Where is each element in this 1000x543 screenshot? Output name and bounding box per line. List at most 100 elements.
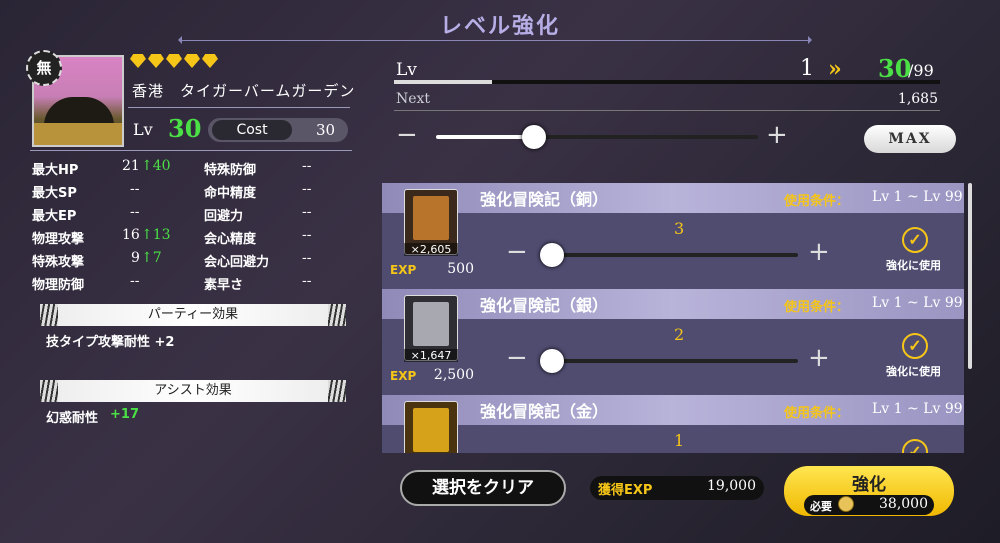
- item-minus-button[interactable]: −: [506, 237, 528, 267]
- stat-boost: ↑40: [141, 158, 171, 174]
- card-body: [382, 425, 964, 453]
- exp-bar-fill: [394, 80, 492, 84]
- divider: [128, 107, 350, 108]
- stat-label: 最大EP: [32, 209, 77, 224]
- item-plus-button[interactable]: +: [808, 343, 830, 373]
- gained-exp-label: 獲得EXP: [598, 483, 653, 498]
- stat-label: 会心精度: [204, 232, 257, 247]
- level-slider-knob[interactable]: [522, 125, 546, 149]
- stat-label: 会心回避力: [204, 255, 270, 270]
- use-for-enhance-label: 強化に使用: [886, 259, 941, 272]
- stat-label: 最大HP: [32, 163, 79, 178]
- stat-value: --: [302, 204, 312, 220]
- next-value: 1,685: [897, 91, 938, 107]
- item-quantity: 3: [674, 219, 685, 238]
- stat-label: 特殊攻撃: [32, 255, 85, 270]
- item-count: ×1,647: [404, 349, 458, 362]
- stat-value: --: [302, 250, 312, 266]
- gem-icon: [202, 54, 218, 68]
- level-range: Lv 1 ~ Lv 99: [872, 401, 963, 417]
- use-for-enhance-label: 強化に使用: [886, 365, 941, 378]
- exp-value: 2,500: [433, 367, 474, 383]
- card-body: [382, 213, 964, 289]
- scrollbar[interactable]: [968, 183, 972, 369]
- item-slider-knob[interactable]: [540, 349, 564, 373]
- clear-selection-button[interactable]: 選択をクリア: [400, 470, 566, 506]
- stat-value: --: [302, 273, 312, 289]
- level-slider-fill: [436, 135, 534, 139]
- current-level: 1: [800, 56, 814, 81]
- cost-label: Cost: [212, 120, 292, 140]
- max-level: /99: [908, 61, 934, 80]
- item-plus-button[interactable]: +: [808, 237, 830, 267]
- page-title: レベル強化: [439, 14, 560, 39]
- stat-value: --: [302, 227, 312, 243]
- required-label: 必要: [810, 500, 832, 513]
- gem-icon: [130, 54, 146, 68]
- title-divider: [178, 36, 812, 44]
- stat-label: 回避力: [204, 209, 244, 224]
- stat-label: 物理攻撃: [32, 232, 85, 247]
- target-level: 30: [878, 54, 912, 83]
- stat-boost: ↑7: [141, 250, 162, 266]
- item-slider-track[interactable]: [540, 359, 798, 363]
- max-button[interactable]: MAX: [864, 125, 956, 153]
- item-card[interactable]: 強化冒険記（銀） 使用条件： Lv 1 ~ Lv 99 ×1,647 EXP 2…: [382, 289, 964, 395]
- cost-value: 30: [316, 121, 336, 139]
- condition-label: 使用条件：: [784, 194, 850, 209]
- enhance-button-label[interactable]: 強化: [784, 470, 954, 495]
- level-minus-button[interactable]: −: [396, 120, 418, 150]
- stat-label: 素早さ: [204, 278, 244, 293]
- stat-value: --: [130, 181, 140, 197]
- stat-label: 命中精度: [204, 186, 257, 201]
- item-minus-button[interactable]: −: [506, 343, 528, 373]
- stat-label: 最大SP: [32, 186, 77, 201]
- stat-value: --: [130, 273, 140, 289]
- gem-icon: [166, 54, 182, 68]
- check-icon[interactable]: ✓: [902, 333, 928, 359]
- stat-value: --: [130, 204, 140, 220]
- item-slider-knob[interactable]: [540, 243, 564, 267]
- stat-value: 21: [122, 158, 140, 174]
- exp-label: EXP: [390, 369, 417, 383]
- level-label: Lv: [133, 120, 153, 139]
- coin-icon: [838, 496, 854, 512]
- level-range: Lv 1 ~ Lv 99: [872, 295, 963, 311]
- lv-bar-label: Lv: [396, 60, 417, 80]
- check-icon[interactable]: ✓: [902, 227, 928, 253]
- item-card[interactable]: 強化冒険記（銅） 使用条件： Lv 1 ~ Lv 99 ×2,605 EXP 5…: [382, 183, 964, 289]
- item-slider-track[interactable]: [540, 253, 798, 257]
- assist-effect-header: アシスト効果: [40, 380, 346, 402]
- stat-value: 9: [131, 250, 140, 266]
- attribute-badge: 無: [26, 50, 62, 86]
- assist-effect-text: 幻惑耐性: [46, 411, 99, 426]
- stat-label: 物理防御: [32, 278, 85, 293]
- divider: [30, 150, 352, 151]
- character-level: 30: [168, 114, 202, 143]
- stat-value: --: [302, 181, 312, 197]
- gem-icon: [184, 54, 200, 68]
- assist-effect-value: +17: [110, 407, 139, 422]
- character-name: 香港 タイガーバームガーデン: [132, 82, 356, 100]
- stat-value: 16: [122, 227, 140, 243]
- level-arrow-icon: »: [828, 56, 842, 82]
- item-name: 強化冒険記（銀）: [480, 296, 609, 315]
- item-quantity: 1: [674, 431, 685, 450]
- item-card[interactable]: 強化冒険記（金） 使用条件： Lv 1 ~ Lv 99 1 ✓: [382, 395, 964, 453]
- card-body: [382, 319, 964, 395]
- item-quantity: 2: [674, 325, 685, 344]
- required-cost-value: 38,000: [879, 496, 928, 512]
- party-effect-text: 技タイプ攻撃耐性 +2: [46, 335, 175, 350]
- exp-value: 500: [447, 261, 474, 277]
- condition-label: 使用条件：: [784, 406, 850, 421]
- stat-label: 特殊防御: [204, 163, 257, 178]
- gained-exp-value: 19,000: [707, 478, 756, 494]
- next-label: Next: [396, 91, 431, 107]
- level-range: Lv 1 ~ Lv 99: [872, 189, 963, 205]
- party-effect-header: パーティー効果: [40, 304, 346, 326]
- exp-label: EXP: [390, 263, 417, 277]
- divider: [394, 110, 940, 111]
- item-name: 強化冒険記（金）: [480, 402, 609, 421]
- level-plus-button[interactable]: +: [766, 120, 788, 150]
- book-icon: [404, 401, 458, 453]
